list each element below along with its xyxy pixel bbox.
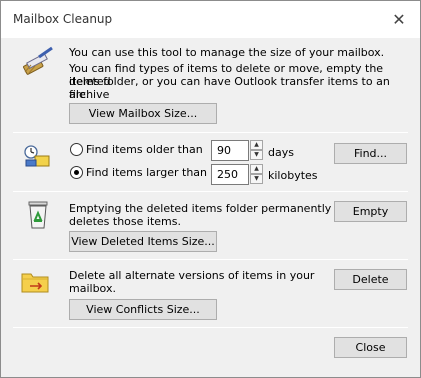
conflicts-folder-icon xyxy=(21,269,51,295)
find-larger-label: Find items larger than xyxy=(86,166,208,179)
window-title: Mailbox Cleanup xyxy=(13,12,113,26)
larger-than-kb-input[interactable]: 250 xyxy=(211,164,249,185)
delete-button[interactable]: Delete xyxy=(334,269,407,290)
title-bar: Mailbox Cleanup ✕ xyxy=(1,1,420,38)
separator xyxy=(13,191,408,192)
stepper-up-icon[interactable]: ▲ xyxy=(250,164,263,174)
delete-description-line-2: mailbox. xyxy=(69,282,116,295)
broom-icon xyxy=(21,45,55,75)
days-unit-label: days xyxy=(268,146,294,159)
view-conflicts-size-button[interactable]: View Conflicts Size... xyxy=(69,299,217,320)
stepper-down-icon[interactable]: ▼ xyxy=(250,174,263,184)
close-icon[interactable]: ✕ xyxy=(387,9,411,31)
stepper-down-icon[interactable]: ▼ xyxy=(250,150,263,160)
find-button[interactable]: Find... xyxy=(334,143,407,164)
find-older-label: Find items older than xyxy=(86,143,203,156)
older-than-days-input[interactable]: 90 xyxy=(211,140,249,161)
find-larger-radio[interactable] xyxy=(70,166,83,179)
separator xyxy=(13,327,408,328)
description-line-3: file. xyxy=(69,88,90,101)
delete-description-line-1: Delete all alternate versions of items i… xyxy=(69,269,315,282)
separator xyxy=(13,132,408,133)
separator xyxy=(13,259,408,260)
close-button[interactable]: Close xyxy=(334,337,407,358)
empty-description-line-2: deletes those items. xyxy=(69,215,181,228)
mailbox-cleanup-dialog: Mailbox Cleanup ✕ You can use this tool … xyxy=(0,0,421,378)
intro-text: You can use this tool to manage the size… xyxy=(69,46,385,59)
view-deleted-items-size-button[interactable]: View Deleted Items Size... xyxy=(69,231,217,252)
larger-than-stepper[interactable]: ▲ ▼ xyxy=(250,164,263,185)
stepper-up-icon[interactable]: ▲ xyxy=(250,140,263,150)
recycle-bin-icon xyxy=(25,200,51,230)
empty-description-line-1: Emptying the deleted items folder perman… xyxy=(69,202,332,215)
empty-button[interactable]: Empty xyxy=(334,201,407,222)
description-line-2: items folder, or you can have Outlook tr… xyxy=(69,75,390,101)
view-mailbox-size-button[interactable]: View Mailbox Size... xyxy=(69,103,217,124)
find-older-radio[interactable] xyxy=(70,143,83,156)
older-than-stepper[interactable]: ▲ ▼ xyxy=(250,140,263,161)
find-items-icon xyxy=(23,144,53,170)
kilobytes-unit-label: kilobytes xyxy=(268,169,318,182)
